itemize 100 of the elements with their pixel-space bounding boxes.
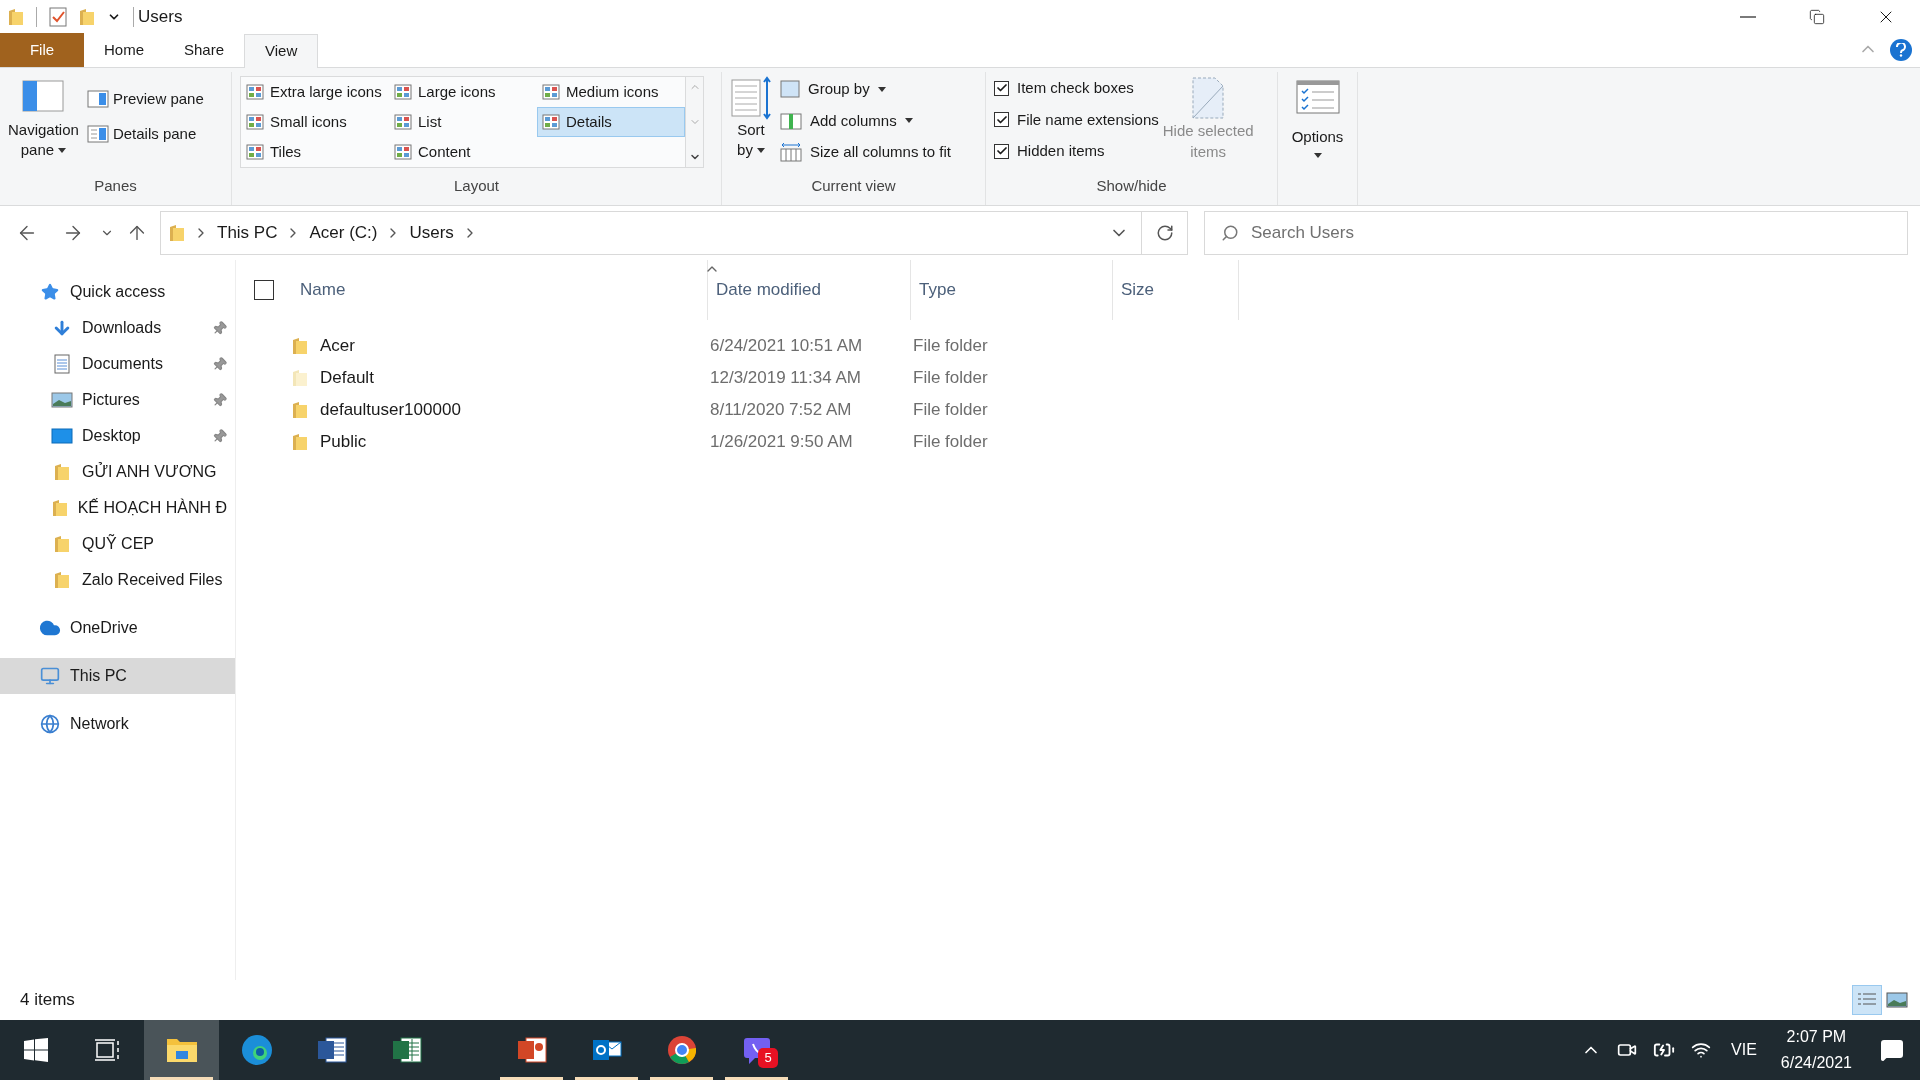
notifications-icon[interactable]: [1880, 1038, 1904, 1062]
window-title: Users: [138, 6, 183, 29]
caret-icon: [756, 147, 765, 153]
sort-by-button[interactable]: Sort by: [730, 72, 772, 175]
checkbox[interactable]: [994, 143, 1009, 159]
group-label: Current view: [810, 175, 897, 196]
file-name: Acer: [319, 335, 356, 358]
view-layout-icon: [394, 84, 412, 100]
file-type: File folder: [912, 367, 989, 390]
preview-pane-button[interactable]: Preview pane: [86, 88, 204, 111]
ribbon-tab[interactable]: Home: [84, 34, 164, 67]
navigation-item[interactable]: Documents: [0, 346, 235, 382]
breadcrumb[interactable]: Users: [409, 220, 454, 246]
navigation-item[interactable]: Quick access: [0, 274, 235, 310]
checkbox[interactable]: [994, 112, 1009, 128]
refresh-icon[interactable]: [1155, 224, 1174, 242]
file-row[interactable]: defaultuser100000 8/11/2020 7:52 AM File folder: [236, 394, 1920, 426]
size-columns-icon: [780, 142, 802, 163]
pinned-folder-icon: [54, 463, 70, 481]
help-icon[interactable]: [1890, 39, 1912, 61]
pinned-folder-icon: [54, 535, 70, 553]
checkbox[interactable]: [994, 80, 1009, 96]
checkbox-option[interactable]: File name extensions: [994, 108, 1159, 131]
size-columns-button[interactable]: Size all columns to fit: [780, 141, 951, 164]
navigation-label: KẾ HOẠCH HÀNH Đ: [77, 497, 227, 518]
wifi-icon[interactable]: [1691, 1040, 1711, 1060]
layout-option[interactable]: Extra large icons: [241, 77, 389, 107]
checkbox-option[interactable]: Hidden items: [994, 140, 1159, 163]
checkbox-option[interactable]: Item check boxes: [994, 77, 1159, 100]
navigation-label: Downloads: [82, 318, 163, 338]
file-row[interactable]: Public 1/26/2021 9:50 AM File folder: [236, 426, 1920, 458]
hide-selected-items-button: Hide selected items: [1162, 72, 1254, 175]
layout-option[interactable]: Tiles: [241, 137, 389, 167]
date-modified: 8/11/2020 7:52 AM: [709, 399, 853, 422]
navigation-label: This PC: [70, 666, 128, 686]
preview-pane-icon: [86, 90, 109, 109]
spreadsheet-app-icon: [390, 1035, 423, 1065]
column-header[interactable]: Name: [292, 260, 708, 320]
navigation-item[interactable]: GỬI ANH VƯƠNG: [0, 454, 235, 490]
layout-option[interactable]: List: [389, 107, 537, 137]
navigation-label: Desktop: [82, 426, 142, 446]
select-all-checkbox[interactable]: [254, 280, 274, 300]
view-layout-icon: [542, 114, 560, 130]
document-icon: [53, 354, 71, 374]
navigation-pane-button[interactable]: Navigation pane: [8, 72, 79, 175]
task-view-icon[interactable]: [95, 1039, 121, 1061]
breadcrumb[interactable]: This PC: [217, 220, 278, 246]
navigation-item[interactable]: Desktop: [0, 418, 235, 454]
clock[interactable]: 2:07 PM 6/24/2021: [1780, 1024, 1852, 1076]
breadcrumb[interactable]: Acer (C:): [309, 220, 378, 246]
view-layout-icon: [394, 114, 412, 130]
folder-icon: [165, 1036, 198, 1064]
navigation-label: OneDrive: [70, 618, 139, 638]
view-layout-icon: [394, 144, 412, 160]
layout-option[interactable]: Small icons: [241, 107, 389, 137]
options-button[interactable]: Options: [1278, 72, 1357, 158]
navigation-item[interactable]: Downloads: [0, 310, 235, 346]
column-header[interactable]: Type: [911, 260, 1113, 320]
layout-option[interactable]: Large icons: [389, 77, 537, 107]
address-field[interactable]: This PC Acer (C:) Users: [160, 211, 1188, 255]
navigation-item[interactable]: KẾ HOẠCH HÀNH Đ: [0, 490, 235, 526]
navigation-item[interactable]: This PC: [0, 658, 235, 694]
navigation-item[interactable]: Pictures: [0, 382, 235, 418]
add-columns-button[interactable]: Add columns: [780, 109, 951, 132]
group-by-button[interactable]: Group by: [780, 78, 951, 101]
navigation-item[interactable]: Network: [0, 706, 235, 742]
navigation-item[interactable]: QUỸ CEP: [0, 526, 235, 562]
details-pane-button[interactable]: Details pane: [86, 122, 204, 145]
file-type: File folder: [912, 431, 989, 454]
options-icon: [1295, 80, 1340, 114]
checkmark-document-icon[interactable]: [49, 7, 67, 27]
view-layout-icon: [246, 144, 264, 160]
view-layout-icon: [246, 84, 264, 100]
picture-icon: [51, 392, 73, 408]
ribbon-tab[interactable]: Share: [164, 34, 245, 67]
document-app-icon: [315, 1035, 348, 1065]
windows-logo-icon[interactable]: [24, 1038, 48, 1062]
column-header[interactable]: Size: [1113, 260, 1239, 320]
file-row[interactable]: Acer 6/24/2021 10:51 AM File folder: [236, 330, 1920, 362]
layout-option[interactable]: Content: [389, 137, 537, 167]
layout-option[interactable]: Medium icons: [537, 77, 685, 107]
column-header[interactable]: Date modified: [708, 260, 911, 320]
navigation-item[interactable]: Zalo Received Files: [0, 562, 235, 598]
layout-option[interactable]: Details: [537, 107, 685, 137]
star-icon: [41, 283, 59, 301]
folder-icon: [79, 8, 95, 26]
file-row[interactable]: Default 12/3/2019 11:34 AM File folder: [236, 362, 1920, 394]
large-icons-view-icon: [1886, 992, 1908, 1008]
folder-icon: [8, 8, 24, 26]
network-icon: [40, 714, 60, 734]
language-indicator[interactable]: VIE: [1731, 1038, 1757, 1062]
caret-icon: [58, 147, 67, 153]
navigation-item[interactable]: OneDrive: [0, 610, 235, 646]
taskbar-app[interactable]: 5: [719, 1020, 794, 1080]
file-tab[interactable]: File: [0, 33, 84, 67]
date-modified: 1/26/2021 9:50 AM: [709, 431, 854, 454]
file-name: defaultuser100000: [319, 399, 462, 422]
ribbon-tab[interactable]: View: [244, 34, 319, 68]
navigation-label: Network: [70, 714, 130, 734]
view-layout-icon: [246, 114, 264, 130]
